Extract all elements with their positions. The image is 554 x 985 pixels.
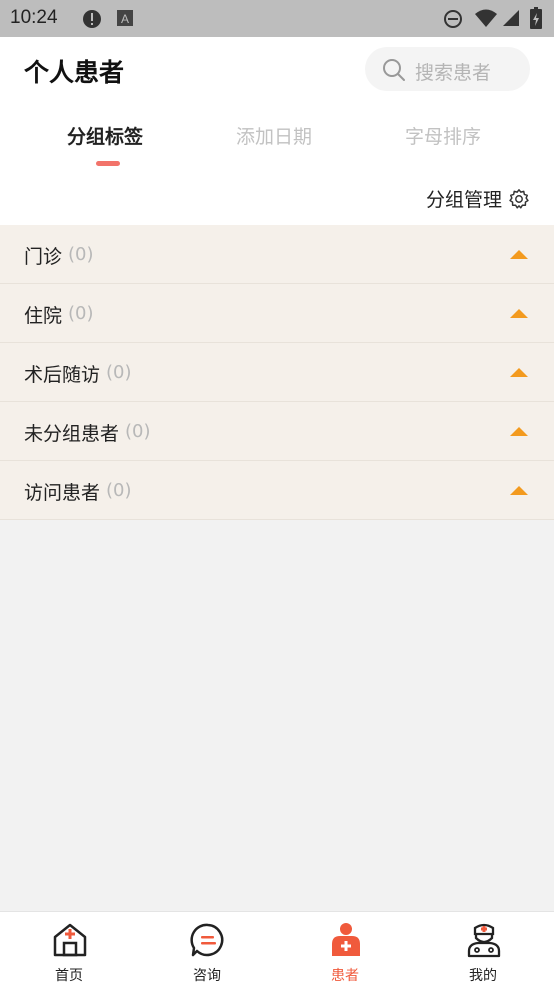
group-name: 门诊 (24, 246, 63, 268)
group-row-followup[interactable]: 术后随访 (0) (0, 343, 554, 402)
page-title: 个人患者 (24, 58, 125, 87)
group-count: (0) (68, 244, 94, 265)
search-placeholder: 搜索患者 (415, 62, 492, 84)
tabbar-label: 首页 (55, 968, 83, 984)
collapse-arrow-icon[interactable] (510, 250, 528, 259)
patient-icon (332, 923, 360, 956)
tabbar-patients[interactable]: 患者 (276, 912, 414, 985)
active-tab-indicator (96, 161, 120, 166)
chat-icon (190, 923, 224, 957)
group-count: (0) (125, 421, 151, 442)
group-name: 住院 (24, 305, 63, 327)
tabbar-consult[interactable]: 咨询 (138, 912, 276, 985)
group-row-ungrouped[interactable]: 未分组患者 (0) (0, 402, 554, 461)
collapse-arrow-icon[interactable] (510, 486, 528, 495)
tabbar-me[interactable]: 我的 (414, 912, 552, 985)
alert-icon (83, 10, 101, 28)
group-count: (0) (68, 303, 94, 324)
group-name: 访问患者 (24, 482, 101, 504)
keyboard-a-icon: A (117, 10, 133, 26)
group-row-inpatient[interactable]: 住院 (0) (0, 284, 554, 343)
group-count: (0) (106, 480, 132, 501)
collapse-arrow-icon[interactable] (510, 368, 528, 377)
tab-group-tags[interactable]: 分组标签 (67, 122, 143, 149)
wifi-icon (475, 9, 497, 27)
tabbar-label: 患者 (331, 968, 359, 984)
tabbar-home[interactable]: 首页 (0, 912, 138, 985)
group-manage-label: 分组管理 (425, 189, 502, 211)
tab-add-date[interactable]: 添加日期 (236, 122, 312, 149)
svg-text:A: A (121, 12, 129, 26)
home-hospital-icon (53, 923, 87, 957)
group-count: (0) (106, 362, 132, 383)
battery-icon (530, 7, 542, 29)
collapse-arrow-icon[interactable] (510, 309, 528, 318)
group-row-outpatient[interactable]: 门诊 (0) (0, 225, 554, 284)
doctor-icon (467, 923, 501, 958)
search-input[interactable]: 搜索患者 (365, 47, 530, 91)
group-name: 未分组患者 (24, 423, 120, 445)
dnd-icon (444, 10, 462, 28)
group-manage-button[interactable]: 分组管理 (426, 185, 530, 212)
group-list: 门诊 (0) 住院 (0) 术后随访 (0) 未分组患者 (0) 访问患者 (0) (0, 225, 554, 520)
tabbar-label: 咨询 (193, 968, 221, 984)
tabbar-label: 我的 (469, 968, 497, 984)
status-bar: 10:24 A (0, 0, 554, 37)
header: 个人患者 搜索患者 分组标签 添加日期 字母排序 分组管理 (0, 37, 554, 225)
tab-alphabetical[interactable]: 字母排序 (405, 122, 481, 149)
signal-icon (503, 10, 519, 26)
collapse-arrow-icon[interactable] (510, 427, 528, 436)
bottom-tab-bar: 首页 咨询 患者 我的 (0, 911, 554, 985)
group-name: 术后随访 (24, 364, 101, 386)
gear-icon (509, 188, 529, 209)
group-row-visiting[interactable]: 访问患者 (0) (0, 461, 554, 520)
search-icon (383, 59, 405, 81)
status-time: 10:24 (10, 7, 58, 28)
